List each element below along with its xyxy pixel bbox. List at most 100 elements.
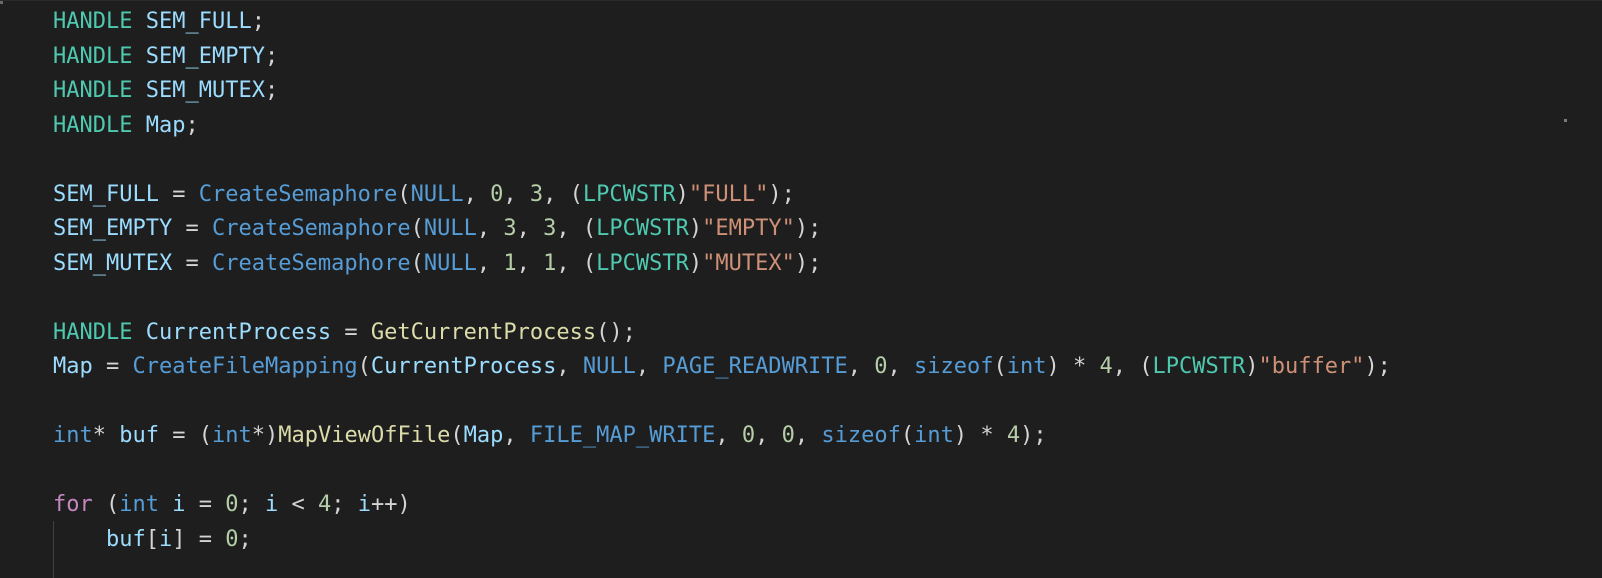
code-token: ); (1364, 354, 1391, 379)
code-token: , (476, 250, 504, 276)
code-line[interactable]: buf[i] = 0; (53, 523, 1391, 558)
code-token: int (53, 423, 93, 448)
code-token: 3 (529, 181, 544, 207)
code-token: SEM_EMPTY (145, 43, 265, 69)
code-token: ) (688, 250, 703, 276)
code-token: , (847, 354, 875, 379)
code-token: = (331, 319, 371, 345)
code-token: , ( (556, 216, 597, 241)
code-token: NULL (582, 354, 636, 379)
code-line[interactable]: HANDLE Map; (53, 109, 1391, 144)
code-token: "MUTEX" (702, 250, 795, 276)
indent-guide (53, 521, 54, 578)
code-token: 0 (490, 181, 504, 207)
code-line[interactable] (53, 281, 1391, 316)
code-token: = (172, 250, 212, 276)
code-token: "EMPTY" (702, 216, 795, 241)
code-token: (); (596, 319, 636, 345)
code-token: 0 (225, 492, 239, 517)
code-token: 4 (318, 492, 332, 517)
code-token: = ( (159, 423, 212, 448)
code-line[interactable]: SEM_MUTEX = CreateSemaphore(NULL, 1, 1, … (53, 247, 1391, 282)
code-token: ++) (371, 492, 411, 517)
code-token: ( (900, 423, 915, 448)
code-token: ( (410, 216, 424, 241)
code-editor[interactable]: HANDLE SEM_FULL; HANDLE SEM_EMPTY; HANDLE … (0, 0, 1602, 578)
code-line[interactable]: SEM_FULL = CreateSemaphore(NULL, 0, 3, (… (53, 178, 1391, 213)
code-token: , (755, 423, 782, 448)
code-token: 3 (503, 216, 517, 241)
code-token: = (92, 354, 133, 379)
code-token: ) (688, 216, 703, 241)
code-token: ] = (172, 526, 226, 552)
code-token: SEM_FULL (53, 181, 159, 207)
code-token: = (158, 181, 199, 207)
code-line[interactable]: HANDLE SEM_FULL; (53, 5, 1391, 40)
code-token: LPCWSTR (582, 181, 676, 207)
code-token: , ( (1112, 354, 1153, 379)
code-token: CreateSemaphore (211, 216, 411, 241)
code-token: , (516, 216, 544, 241)
code-token: ) * (1046, 354, 1100, 379)
code-token: int (1006, 354, 1047, 379)
code-token: , (887, 354, 915, 379)
code-token: , (503, 423, 530, 448)
code-token: [ (145, 526, 159, 552)
code-token: , (476, 216, 504, 241)
code-token: for (53, 492, 93, 517)
code-token: CurrentProcess (145, 319, 332, 345)
code-line[interactable] (53, 385, 1391, 420)
code-token: ; (238, 492, 265, 517)
code-line[interactable]: Map = CreateFileMapping(CurrentProcess, … (53, 350, 1391, 385)
code-token: CreateSemaphore (198, 181, 398, 207)
code-token: FILE_MAP_WRITE (529, 423, 716, 448)
code-token: ); (794, 250, 822, 276)
code-token: ) (1245, 354, 1259, 379)
code-line[interactable]: HANDLE SEM_EMPTY; (53, 40, 1391, 75)
code-token: SEM_MUTEX (145, 78, 265, 103)
code-token: HANDLE (53, 319, 133, 345)
code-token: CurrentProcess (370, 354, 557, 379)
code-token: LPCWSTR (596, 216, 689, 241)
code-token: MapViewOfFile (278, 423, 451, 448)
code-token: GetCurrentProcess (370, 319, 597, 345)
code-token: ) (675, 181, 689, 207)
code-line[interactable]: int* buf = (int*)MapViewOfFile(Map, FILE… (53, 419, 1391, 454)
code-token: ( (993, 354, 1007, 379)
code-token: i (265, 492, 279, 517)
code-token: ); (794, 216, 822, 241)
code-token: ( (357, 354, 371, 379)
code-token: ( (397, 181, 411, 207)
code-token: PAGE_READWRITE (662, 354, 848, 379)
code-token: ) * (953, 423, 1007, 448)
code-token: ; (264, 43, 279, 69)
code-token: , (635, 354, 663, 379)
code-token: * (92, 423, 120, 448)
code-line[interactable]: for (int i = 0; i < 4; i++) (53, 488, 1391, 523)
code-line[interactable] (53, 143, 1391, 178)
code-line[interactable] (53, 454, 1391, 489)
code-line[interactable]: HANDLE CurrentProcess = GetCurrentProces… (53, 316, 1391, 351)
code-token: SEM_FULL (145, 9, 252, 34)
code-token: int (914, 423, 954, 448)
code-token: 4 (1006, 423, 1021, 448)
code-token: int (211, 423, 252, 448)
code-token: ; (185, 112, 199, 138)
code-token: 0 (225, 526, 239, 552)
corner-marker (0, 1, 3, 4)
code-token: , ( (543, 181, 583, 207)
code-token: buf (105, 526, 146, 552)
code-token: sizeof (821, 423, 901, 448)
code-token: , (715, 423, 742, 448)
code-token: , (463, 181, 491, 207)
code-token: 4 (1099, 354, 1113, 379)
code-area[interactable]: HANDLE SEM_FULL; HANDLE SEM_EMPTY; HANDLE … (53, 5, 1391, 557)
code-token: 0 (874, 354, 888, 379)
code-line[interactable]: HANDLE SEM_MUTEX; (53, 74, 1391, 109)
code-line[interactable]: SEM_EMPTY = CreateSemaphore(NULL, 3, 3, … (53, 212, 1391, 247)
